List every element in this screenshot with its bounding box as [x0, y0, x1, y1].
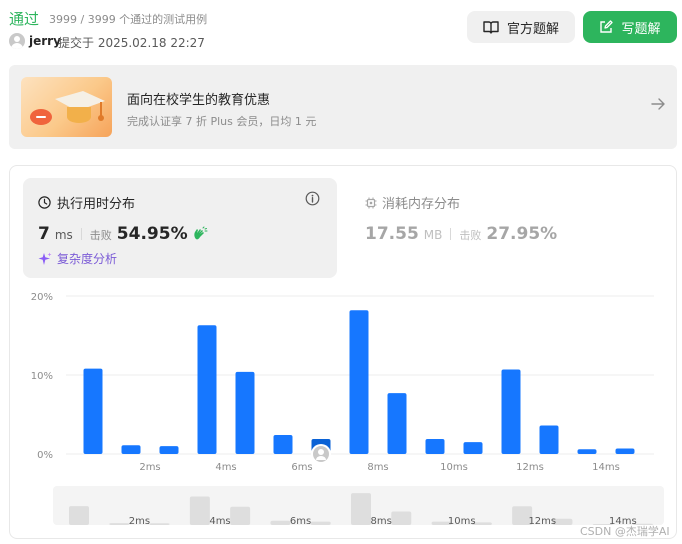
- bar[interactable]: [577, 449, 597, 454]
- overview-tick-label: 4ms: [209, 516, 230, 525]
- edit-icon: [600, 20, 614, 33]
- overview-bar: [310, 521, 331, 525]
- write-solution-button[interactable]: 写题解: [583, 11, 677, 43]
- bar[interactable]: [159, 446, 179, 454]
- divider: [80, 228, 82, 240]
- bar[interactable]: [425, 438, 445, 454]
- overview-tick-label: 10ms: [448, 516, 476, 525]
- complexity-analysis-label: 复杂度分析: [57, 252, 118, 266]
- runtime-stats: 7 ms 击败 54.95%: [38, 224, 208, 244]
- chip-icon: [365, 197, 377, 208]
- bar[interactable]: [121, 445, 141, 454]
- clap-icon: [193, 226, 208, 240]
- bar[interactable]: [197, 325, 217, 454]
- memory-unit: MB: [423, 228, 443, 242]
- avatar[interactable]: [9, 33, 25, 49]
- overview-bar: [189, 496, 210, 525]
- promo-title: 面向在校学生的教育优惠: [127, 93, 271, 108]
- book-icon: [483, 21, 499, 34]
- write-solution-label: 写题解: [621, 21, 661, 37]
- runtime-title: 执行用时分布: [38, 193, 135, 212]
- watermark: CSDN @杰瑞学AI: [580, 525, 670, 538]
- bar[interactable]: [273, 435, 293, 454]
- status-label: 通过: [9, 10, 40, 28]
- bar[interactable]: [387, 393, 407, 454]
- graduation-cap-image: [21, 77, 112, 137]
- bar[interactable]: [349, 310, 369, 454]
- runtime-beat-label: 击败: [89, 229, 112, 242]
- memory-beat-label: 击败: [459, 229, 482, 242]
- arrow-right-icon[interactable]: [651, 97, 665, 111]
- clock-icon: [38, 196, 51, 209]
- overview-tick-label: 6ms: [290, 516, 311, 525]
- complexity-analysis-link[interactable]: 复杂度分析: [38, 250, 117, 267]
- overview-bar: [149, 523, 170, 525]
- info-icon[interactable]: [305, 191, 320, 206]
- x-tick-label: 14ms: [592, 462, 620, 473]
- x-tick-label: 8ms: [367, 462, 388, 473]
- x-tick-label: 4ms: [215, 462, 236, 473]
- overview-bar: [270, 520, 291, 525]
- y-tick-label: 20%: [31, 292, 53, 303]
- y-tick-label: 10%: [31, 371, 53, 382]
- x-tick-label: 2ms: [139, 462, 160, 473]
- education-promo-banner[interactable]: 面向在校学生的教育优惠 完成认证享 7 折 Plus 会员，日均 1 元: [9, 65, 677, 149]
- overview-bar: [351, 493, 371, 525]
- overview-tick-label: 2ms: [129, 516, 150, 525]
- overview-bar: [69, 506, 89, 525]
- x-tick-label: 12ms: [516, 462, 544, 473]
- submission-time: 提交于 2025.02.18 22:27: [58, 36, 205, 50]
- memory-value: 17.55: [365, 224, 419, 244]
- runtime-title-label: 执行用时分布: [57, 197, 136, 212]
- username[interactable]: jerry: [29, 34, 61, 48]
- memory-stats: 17.55 MB 击败 27.95%: [365, 224, 557, 244]
- memory-title[interactable]: 消耗内存分布: [365, 193, 460, 212]
- runtime-beat-value: 54.95%: [116, 224, 188, 244]
- runtime-distribution-chart[interactable]: 20% 10% 0% 2ms 4ms 6ms 8ms 10ms 12ms 14ms: [0, 285, 682, 475]
- bar[interactable]: [501, 369, 521, 454]
- divider: [450, 228, 452, 240]
- x-tick-label: 6ms: [291, 462, 312, 473]
- bar[interactable]: [539, 425, 559, 454]
- overview-bar: [391, 511, 412, 525]
- user-marker-head: [318, 448, 324, 455]
- memory-beat-value: 27.95%: [486, 224, 558, 244]
- x-tick-label: 10ms: [440, 462, 468, 473]
- memory-title-label: 消耗内存分布: [382, 197, 461, 212]
- chart-overview-brush[interactable]: 2ms 4ms 6ms 8ms 10ms 12ms 14ms: [53, 486, 664, 525]
- bar[interactable]: [83, 368, 103, 454]
- bar[interactable]: [235, 371, 255, 454]
- overview-bar: [230, 506, 251, 525]
- testcase-count: 3999 / 3999 个通过的测试用例: [49, 13, 208, 26]
- bar[interactable]: [463, 442, 483, 454]
- runtime-unit: ms: [54, 228, 73, 242]
- sparkle-icon: [38, 252, 52, 265]
- overview-bar: [109, 523, 130, 525]
- overview-tick-label: 8ms: [370, 516, 391, 525]
- overview-tick-label: 12ms: [528, 516, 556, 525]
- official-solution-label: 官方题解: [506, 21, 559, 37]
- runtime-value: 7: [38, 224, 50, 244]
- promo-subtitle: 完成认证享 7 折 Plus 会员，日均 1 元: [127, 115, 317, 128]
- bar[interactable]: [615, 448, 635, 454]
- official-solution-button[interactable]: 官方题解: [467, 11, 575, 43]
- y-tick-label: 0%: [37, 450, 53, 461]
